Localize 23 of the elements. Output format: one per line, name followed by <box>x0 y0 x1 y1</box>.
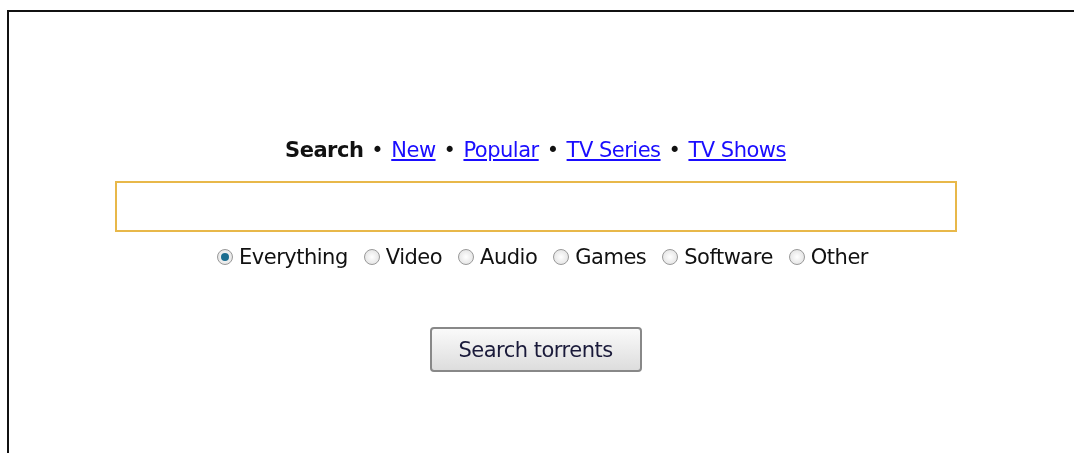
search-button[interactable]: Search torrents <box>429 327 642 372</box>
nav-link[interactable]: Popular <box>463 138 539 162</box>
category-radio[interactable]: Software <box>662 245 773 269</box>
bullet-separator: • <box>668 138 681 162</box>
radio-button[interactable] <box>788 249 805 265</box>
category-radio[interactable]: Audio <box>458 245 538 269</box>
category-radio[interactable]: Other <box>788 245 868 269</box>
category-radio[interactable]: Video <box>363 245 443 269</box>
category-radio[interactable]: Everything <box>217 245 348 269</box>
category-radio[interactable]: Games <box>553 245 647 269</box>
nav-current: Search <box>285 138 364 162</box>
radio-button[interactable] <box>217 249 234 265</box>
search-field[interactable] <box>114 181 957 232</box>
bullet-separator: • <box>546 138 559 162</box>
nav-link[interactable]: TV Shows <box>688 138 786 162</box>
bullet-separator: • <box>443 138 456 162</box>
radio-button[interactable] <box>458 249 475 265</box>
nav-link[interactable]: New <box>391 138 436 162</box>
bullet-separator: • <box>371 138 384 162</box>
radio-button[interactable] <box>662 249 679 265</box>
radio-button[interactable] <box>553 249 570 265</box>
radio-button[interactable] <box>363 249 380 265</box>
nav-link[interactable]: TV Series <box>566 138 661 162</box>
